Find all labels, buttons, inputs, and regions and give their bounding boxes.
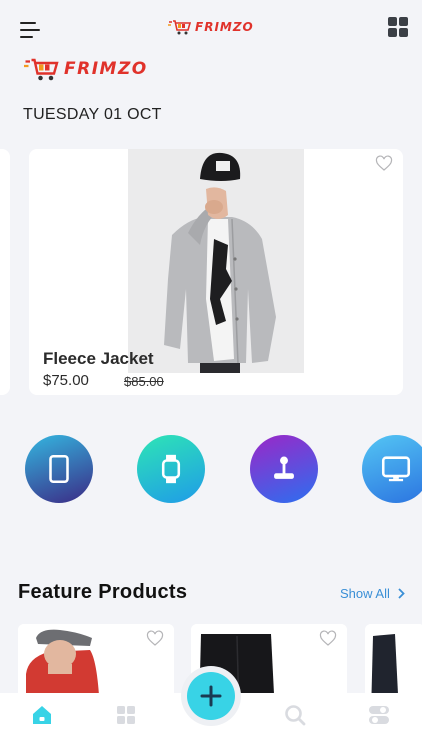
top-bar: FRIMZO [0, 0, 422, 56]
add-button[interactable] [187, 672, 235, 720]
home-icon[interactable] [30, 703, 54, 727]
show-all-label: Show All [340, 586, 390, 601]
heart-outline-icon[interactable] [146, 630, 164, 648]
brand-logo: FRIMZO [24, 57, 148, 81]
tablet-icon [49, 454, 69, 484]
heart-outline-icon[interactable] [375, 155, 393, 173]
cart-logo-icon [168, 20, 192, 35]
hamburger-menu-icon[interactable] [20, 22, 40, 40]
joystick-icon [274, 456, 294, 479]
settings-toggle-icon[interactable] [367, 703, 391, 727]
grid-view-icon[interactable] [388, 17, 408, 37]
logo-text: FRIMZO [195, 20, 254, 34]
category-watch-button[interactable] [137, 435, 205, 503]
product-price: $75.00 [43, 372, 89, 389]
previous-product-card[interactable] [0, 149, 10, 395]
category-tablet-button[interactable] [25, 435, 93, 503]
show-all-link[interactable]: Show All [340, 586, 405, 601]
product-title: Fleece Jacket [43, 349, 154, 368]
watch-icon [161, 454, 181, 484]
heart-outline-icon[interactable] [319, 630, 337, 648]
categories-icon[interactable] [114, 703, 138, 727]
product-old-price: $85.00 [124, 374, 164, 389]
add-icon [200, 685, 222, 707]
hero-product-card[interactable]: Fleece Jacket $75.00 $85.00 [29, 149, 403, 395]
app-logo: FRIMZO [168, 19, 254, 35]
current-date: TUESDAY 01 OCT [23, 106, 162, 123]
monitor-icon [381, 456, 411, 482]
search-icon[interactable] [283, 703, 307, 727]
product-image [128, 149, 304, 373]
section-title: Feature Products [18, 581, 188, 603]
logo-text: FRIMZO [64, 59, 148, 79]
category-monitor-button[interactable] [362, 435, 422, 503]
cart-logo-icon [24, 58, 59, 81]
category-gaming-button[interactable] [250, 435, 318, 503]
chevron-right-icon [398, 588, 405, 599]
